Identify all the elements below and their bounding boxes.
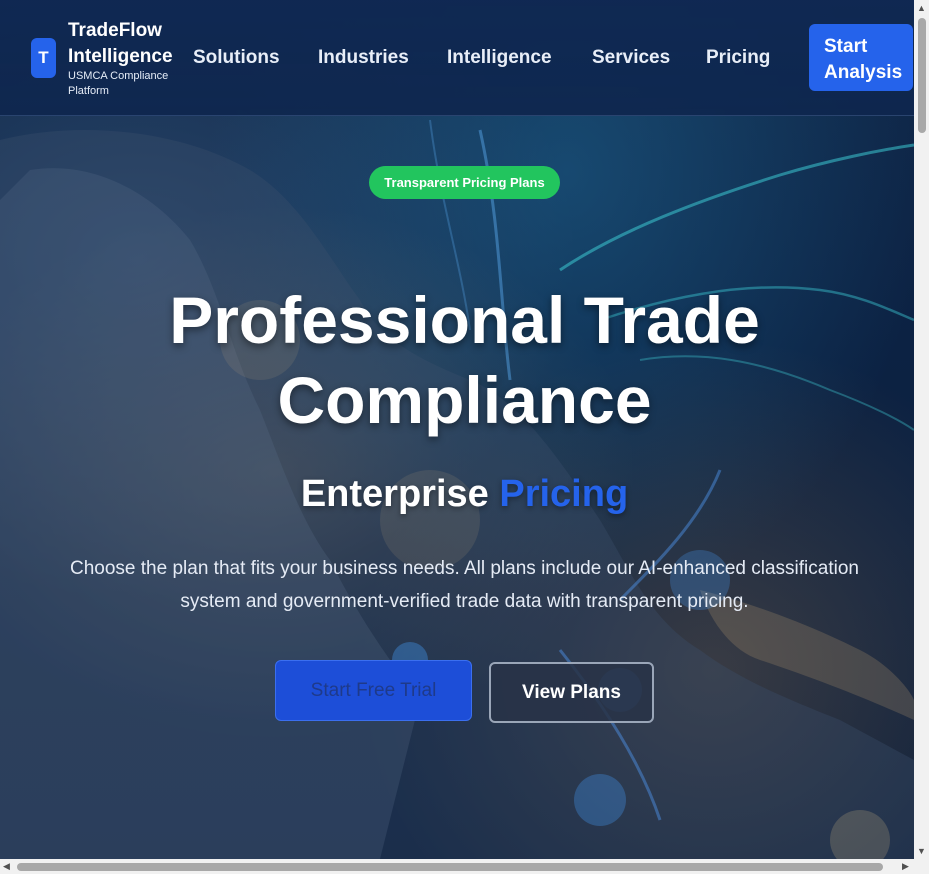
- headline-line-2: Compliance: [277, 363, 652, 437]
- headline-line-1: Professional Trade: [169, 283, 760, 357]
- scroll-down-arrow-icon[interactable]: ▼: [917, 847, 926, 856]
- view-plans-button[interactable]: View Plans: [489, 662, 654, 723]
- brand-logo-icon[interactable]: T: [31, 38, 56, 78]
- top-navigation-bar: T TradeFlow Intelligence USMCA Complianc…: [0, 0, 914, 116]
- pricing-badge: Transparent Pricing Plans: [369, 166, 560, 199]
- start-analysis-button[interactable]: Start Analysis: [809, 24, 913, 91]
- scroll-right-arrow-icon[interactable]: ▶: [902, 862, 909, 871]
- scrollbar-corner: [914, 859, 929, 874]
- subhead-accent-text: Pricing: [499, 473, 629, 515]
- horizontal-scrollbar-thumb[interactable]: [17, 863, 883, 871]
- brand-subtitle: USMCA Compliance Platform: [68, 70, 169, 97]
- nav-item-solutions[interactable]: Solutions: [193, 47, 280, 69]
- page-headline: Professional Trade Compliance: [0, 280, 929, 440]
- page-subheading: Enterprise Pricing: [0, 470, 929, 518]
- start-free-trial-button[interactable]: Start Free Trial: [275, 660, 472, 721]
- hero-description: Choose the plan that fits your business …: [70, 558, 859, 612]
- nav-item-intelligence[interactable]: Intelligence: [447, 47, 552, 69]
- nav-item-services[interactable]: Services: [592, 47, 670, 69]
- nav-item-pricing[interactable]: Pricing: [706, 47, 770, 69]
- scroll-up-arrow-icon[interactable]: ▲: [917, 4, 926, 13]
- nav-item-industries[interactable]: Industries: [318, 47, 409, 69]
- subhead-plain-text: Enterprise: [300, 473, 489, 515]
- scroll-left-arrow-icon[interactable]: ◀: [3, 862, 10, 871]
- brand-name[interactable]: TradeFlow Intelligence: [68, 18, 183, 70]
- vertical-scrollbar-thumb[interactable]: [918, 18, 926, 133]
